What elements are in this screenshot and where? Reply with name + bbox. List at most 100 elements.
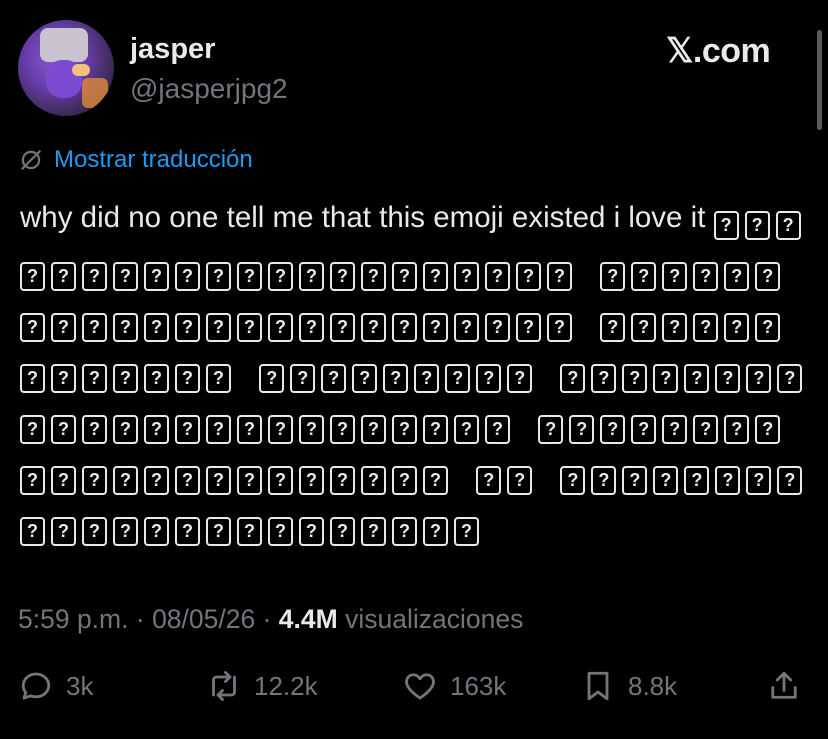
missing-emoji-glyph: ?	[268, 517, 293, 546]
tweet-date[interactable]: 08/05/26	[152, 604, 255, 634]
reply-button[interactable]: 3k	[18, 668, 93, 704]
missing-emoji-glyph: ?	[113, 262, 138, 291]
missing-emoji-glyph: ?	[715, 364, 741, 393]
missing-emoji-glyph: ?	[144, 415, 169, 444]
missing-emoji-glyph: ?	[361, 262, 386, 291]
tweet-body: why did no one tell me that this emoji e…	[20, 192, 810, 549]
missing-emoji-glyph: ?	[268, 415, 293, 444]
missing-emoji-glyph: ?	[144, 313, 169, 342]
user-handle[interactable]: @jasperjpg2	[130, 73, 288, 105]
missing-emoji-glyph: ?	[631, 415, 657, 444]
missing-emoji-glyph: ?	[744, 211, 770, 240]
missing-emoji-glyph: ?	[51, 364, 76, 393]
missing-emoji-glyph: ?	[259, 364, 285, 393]
missing-emoji-glyph: ?	[485, 313, 510, 342]
missing-emoji-glyph: ?	[20, 262, 45, 291]
missing-emoji-glyph: ?	[684, 466, 710, 495]
repost-button[interactable]: 12.2k	[206, 668, 318, 704]
missing-emoji-glyph: ?	[321, 364, 347, 393]
missing-emoji-glyph: ?	[662, 415, 688, 444]
missing-emoji-glyph: ?	[560, 364, 586, 393]
missing-emoji-glyph: ?	[51, 466, 76, 495]
missing-emoji-glyph: ?	[653, 466, 679, 495]
reply-count: 3k	[66, 670, 94, 701]
missing-emoji-glyph: ?	[392, 415, 417, 444]
missing-emoji-glyph: ?	[361, 466, 386, 495]
missing-emoji-glyph: ?	[144, 466, 169, 495]
missing-emoji-glyph: ?	[724, 415, 750, 444]
scrollbar[interactable]	[817, 30, 822, 130]
missing-emoji-glyph: ?	[392, 313, 417, 342]
missing-emoji-glyph: ?	[51, 517, 76, 546]
missing-emoji-glyph: ?	[299, 262, 324, 291]
missing-emoji-glyph: ?	[299, 313, 324, 342]
bookmark-button[interactable]: 8.8k	[580, 668, 677, 704]
missing-emoji-glyph: ?	[538, 415, 564, 444]
missing-emoji-glyph: ?	[268, 466, 293, 495]
missing-emoji-glyph: ?	[631, 313, 657, 342]
missing-emoji-glyph: ?	[361, 415, 386, 444]
missing-emoji-glyph: ?	[175, 364, 200, 393]
missing-emoji-glyph: ?	[206, 262, 231, 291]
show-translation-label: Mostrar traducción	[54, 146, 253, 173]
missing-emoji-glyph: ?	[206, 364, 231, 393]
bookmark-count: 8.8k	[628, 670, 678, 701]
missing-emoji-glyph: ?	[113, 415, 138, 444]
missing-emoji-glyph: ?	[175, 517, 200, 546]
missing-emoji-glyph: ?	[569, 415, 595, 444]
display-name[interactable]: jasper	[130, 33, 215, 66]
missing-emoji-glyph: ?	[755, 313, 781, 342]
missing-emoji-glyph: ?	[299, 466, 324, 495]
meta-separator: ·	[135, 604, 145, 634]
missing-emoji-glyph: ?	[600, 313, 626, 342]
emoji-run: ????????????????????? ??????????????????…	[20, 201, 808, 546]
missing-emoji-glyph: ?	[516, 313, 541, 342]
missing-emoji-glyph: ?	[51, 313, 76, 342]
missing-emoji-glyph: ?	[206, 517, 231, 546]
missing-emoji-glyph: ?	[113, 466, 138, 495]
missing-emoji-glyph: ?	[622, 466, 648, 495]
missing-emoji-glyph: ?	[51, 415, 76, 444]
show-translation-link[interactable]: Mostrar traducción	[18, 146, 253, 174]
missing-emoji-glyph: ?	[144, 262, 169, 291]
missing-emoji-glyph: ?	[268, 313, 293, 342]
missing-emoji-glyph: ?	[237, 466, 262, 495]
like-count: 163k	[450, 670, 507, 701]
missing-emoji-glyph: ?	[591, 364, 617, 393]
missing-emoji-glyph: ?	[507, 364, 533, 393]
missing-emoji-glyph: ?	[662, 313, 688, 342]
missing-emoji-glyph: ?	[775, 211, 801, 240]
missing-emoji-glyph: ?	[507, 466, 533, 495]
action-bar: 3k 12.2k 163k 8.8k	[18, 668, 808, 716]
missing-emoji-glyph: ?	[392, 517, 417, 546]
missing-emoji-glyph: ?	[175, 466, 200, 495]
missing-emoji-glyph: ?	[330, 262, 355, 291]
missing-emoji-glyph: ?	[51, 262, 76, 291]
missing-emoji-glyph: ?	[82, 313, 107, 342]
missing-emoji-glyph: ?	[330, 415, 355, 444]
missing-emoji-glyph: ?	[777, 364, 803, 393]
missing-emoji-glyph: ?	[746, 364, 772, 393]
missing-emoji-glyph: ?	[20, 466, 45, 495]
avatar[interactable]	[18, 20, 114, 116]
missing-emoji-glyph: ?	[392, 466, 417, 495]
missing-emoji-glyph: ?	[175, 262, 200, 291]
tweet-time[interactable]: 5:59 p.m.	[18, 604, 128, 634]
like-button[interactable]: 163k	[402, 668, 506, 704]
bookmark-icon	[587, 671, 609, 701]
share-button[interactable]	[766, 668, 802, 704]
missing-emoji-glyph: ?	[20, 415, 45, 444]
missing-emoji-glyph: ?	[299, 517, 324, 546]
missing-emoji-glyph: ?	[560, 466, 586, 495]
views-count: 4.4M	[278, 604, 338, 634]
missing-emoji-glyph: ?	[414, 364, 440, 393]
repost-icon	[212, 671, 236, 701]
reply-icon	[21, 672, 51, 700]
missing-emoji-glyph: ?	[693, 415, 719, 444]
missing-emoji-glyph: ?	[144, 517, 169, 546]
missing-emoji-glyph: ?	[516, 262, 541, 291]
missing-emoji-glyph: ?	[383, 364, 409, 393]
avatar-object	[82, 78, 108, 108]
missing-emoji-glyph: ?	[600, 415, 626, 444]
missing-emoji-glyph: ?	[175, 313, 200, 342]
